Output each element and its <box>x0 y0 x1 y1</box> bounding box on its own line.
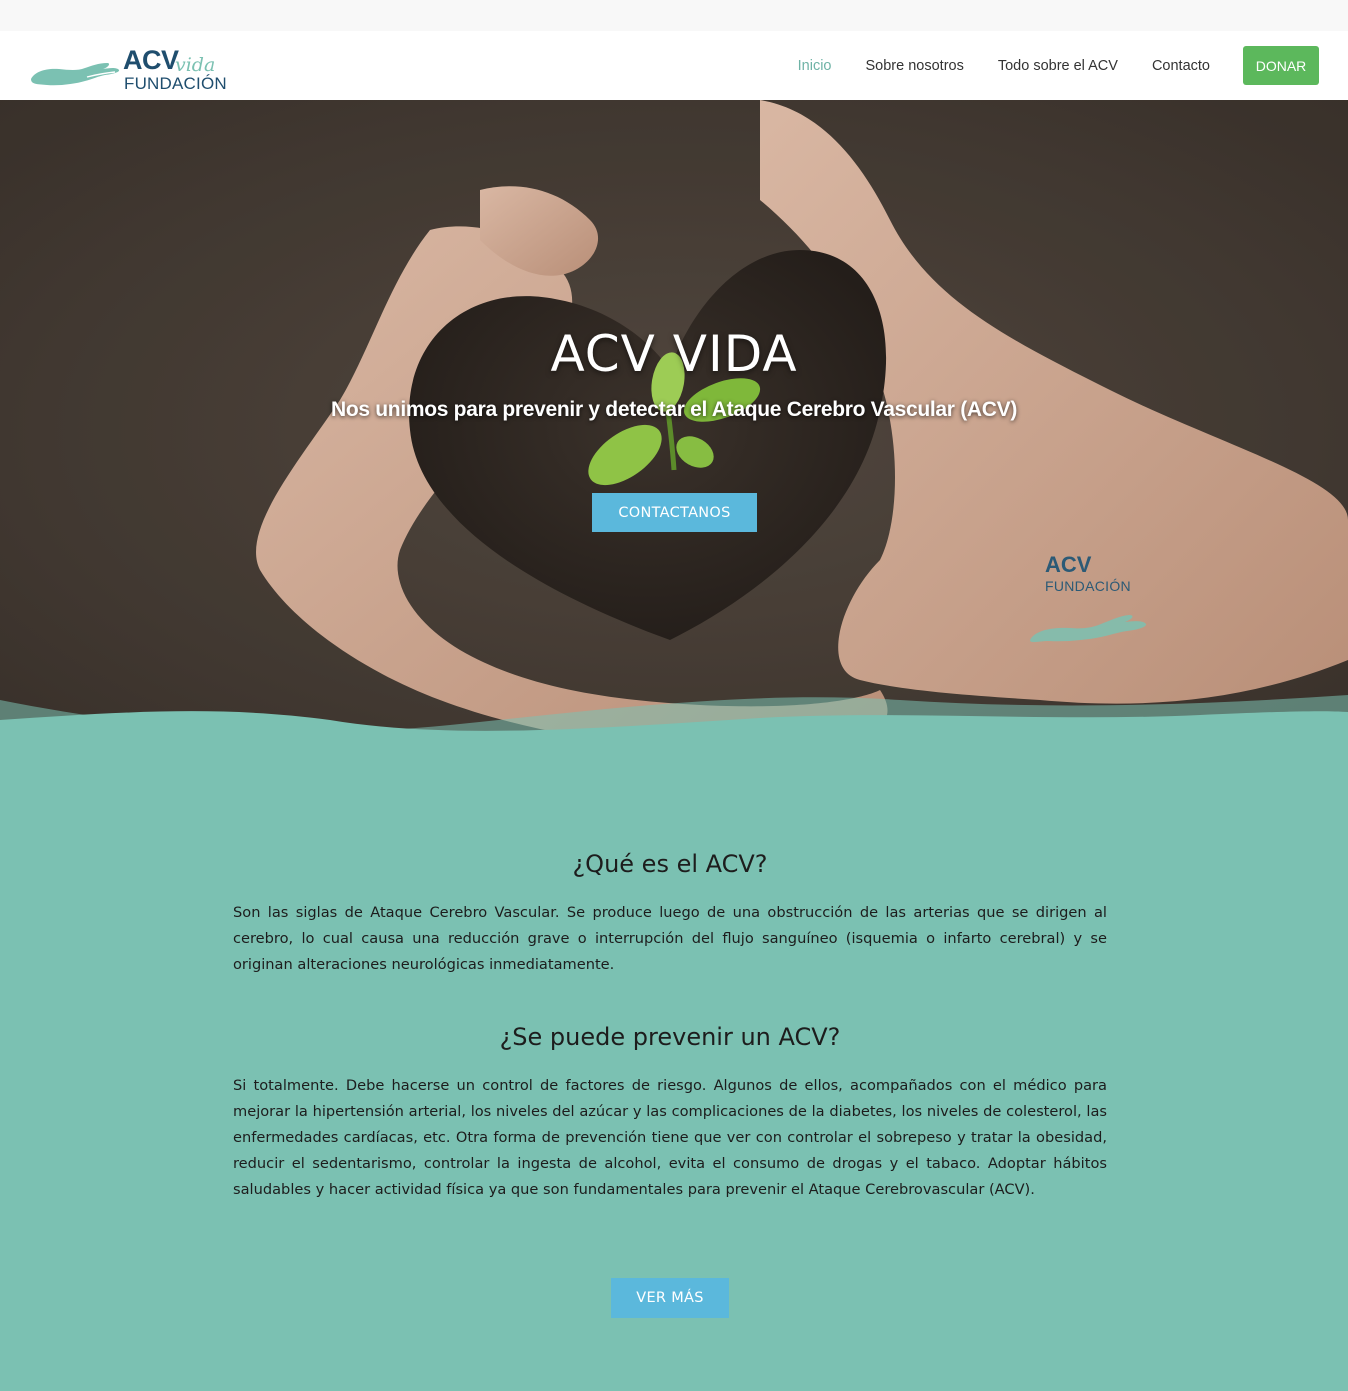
hero-subtitle: Nos unimos para prevenir y detectar el A… <box>330 398 1018 421</box>
section-body-prevenir: Si totalmente. Debe hacerse un control d… <box>233 1077 1107 1198</box>
contact-button[interactable]: CONTACTANOS <box>592 493 757 532</box>
main-nav: Inicio Sobre nosotros Todo sobre el ACV … <box>764 46 1319 85</box>
nav-inicio[interactable]: Inicio <box>798 58 832 74</box>
hero-image <box>0 100 1348 760</box>
donate-button[interactable]: DONAR <box>1243 46 1319 85</box>
section-heading-prevenir: ¿Se puede prevenir un ACV? <box>499 1023 841 1051</box>
nav-contacto[interactable]: Contacto <box>1152 58 1210 74</box>
watermark-hand-icon <box>1030 615 1147 643</box>
hero-watermark-logo: ACV FUNDACIÓN <box>1025 552 1155 647</box>
nav-todo-sobre-acv[interactable]: Todo sobre el ACV <box>998 58 1118 74</box>
logo-acv: ACV <box>123 44 179 75</box>
logo-fundacion: FUNDACIÓN <box>124 73 227 93</box>
hero-title: ACV VIDA <box>550 325 798 383</box>
section-heading-que-es: ¿Qué es el ACV? <box>572 850 768 878</box>
logo-vida: vida <box>175 53 216 76</box>
site-header: ACV vida FUNDACIÓN Inicio Sobre nosotros… <box>0 31 1348 100</box>
ver-mas-button[interactable]: VER MÁS <box>611 1278 729 1318</box>
logo-wordmark: ACV vida FUNDACIÓN <box>123 41 227 93</box>
nav-sobre-nosotros[interactable]: Sobre nosotros <box>866 58 964 74</box>
top-strip <box>0 0 1348 31</box>
hand-logo-icon <box>31 62 120 85</box>
site-logo[interactable]: ACV vida FUNDACIÓN <box>29 31 227 100</box>
hero-banner: ACV FUNDACIÓN ACV VIDA Nos unimos para p… <box>0 100 1348 760</box>
section-body-que-es: Son las siglas de Ataque Cerebro Vascula… <box>233 904 1107 973</box>
